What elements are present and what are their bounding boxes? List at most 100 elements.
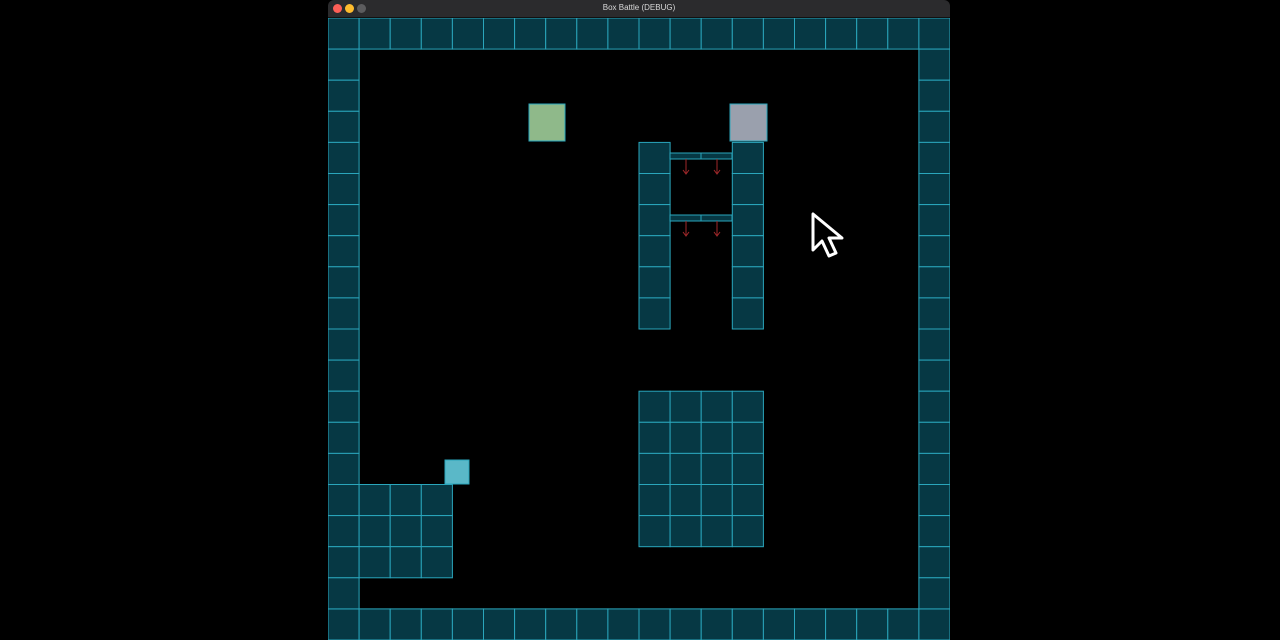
wall-tile: [420, 546, 453, 579]
wall-tile: [918, 608, 950, 640]
wall-tile: [669, 18, 702, 50]
wall-tile: [731, 173, 764, 206]
wall-tile: [918, 515, 950, 548]
wall-tile: [638, 390, 671, 423]
wall-tile: [328, 484, 360, 517]
wall-tile: [328, 608, 360, 640]
mouse-pointer-icon: [811, 212, 844, 258]
wall-tile: [328, 79, 360, 112]
wall-tile: [328, 515, 360, 548]
wall-tile: [794, 18, 827, 50]
wall-tile: [358, 608, 391, 640]
wall-tile: [918, 48, 950, 81]
wall-tile: [918, 484, 950, 517]
wall-tile: [700, 484, 733, 517]
player-gray-box[interactable]: [729, 103, 768, 142]
wall-tile: [328, 328, 360, 361]
wall-tile: [731, 484, 764, 517]
wall-tile: [638, 141, 671, 175]
wall-tile: [328, 235, 360, 268]
wall-tile: [856, 18, 889, 50]
wall-tile: [918, 235, 950, 268]
wall-tile: [918, 297, 950, 330]
wall-tile: [918, 266, 950, 299]
wall-tile: [389, 608, 422, 640]
wall-tile: [918, 577, 950, 610]
wall-tile: [638, 515, 671, 548]
wall-tile: [918, 110, 950, 143]
wall-tile: [731, 204, 764, 237]
wall-tile: [451, 608, 485, 640]
wall-tile: [358, 546, 391, 579]
wall-tile: [638, 266, 671, 299]
wall-tile: [389, 546, 422, 579]
wall-tile: [669, 390, 702, 423]
wall-tile: [328, 173, 360, 206]
center-block: [638, 390, 764, 548]
left-pillar: [638, 141, 671, 330]
wall-tile: [794, 608, 827, 640]
wall-tile: [731, 141, 764, 175]
wall-tile: [483, 608, 516, 640]
wall-tile: [918, 204, 950, 237]
wall-tile: [328, 48, 360, 81]
window-title: Box Battle (DEBUG): [602, 3, 676, 12]
wall-tile: [918, 359, 950, 392]
wall-tile: [918, 452, 950, 485]
wall-tile: [918, 173, 950, 206]
wall-tile: [576, 608, 609, 640]
wall-tile: [918, 18, 950, 50]
bottom-left-block: [358, 484, 453, 579]
wall-tile: [607, 608, 640, 640]
game-canvas[interactable]: [328, 18, 950, 640]
wall-tile: [451, 18, 485, 50]
wall-tile: [358, 18, 391, 50]
wall-tile: [638, 204, 671, 237]
wall-tile: [545, 18, 578, 50]
wall-tile: [328, 204, 360, 237]
wall-tile: [669, 452, 702, 485]
wall-tile: [638, 173, 671, 206]
wall-tile: [358, 484, 391, 517]
wall-tile: [918, 79, 950, 112]
player-green-box[interactable]: [528, 103, 566, 142]
wall-tile: [420, 515, 453, 548]
wall-tile: [328, 266, 360, 299]
wall-tile: [825, 18, 858, 50]
wall-tile: [856, 608, 889, 640]
wall-tile: [731, 390, 764, 423]
wall-tile: [731, 266, 764, 299]
wall-tile: [762, 608, 795, 640]
wall-tile: [825, 608, 858, 640]
wall-tile: [918, 421, 950, 454]
wall-tile: [328, 297, 360, 330]
wall-tile: [731, 515, 764, 548]
wall-tile: [638, 608, 671, 640]
wall-tile: [918, 546, 950, 579]
wall-tile: [483, 18, 516, 50]
wall-tile: [669, 608, 702, 640]
wall-tile: [669, 515, 702, 548]
wall-tile: [638, 297, 671, 330]
wall-tile: [918, 390, 950, 423]
wall-tile: [328, 18, 360, 50]
wall-tile: [731, 608, 764, 640]
title-bar: Box Battle (DEBUG): [328, 0, 950, 18]
wall-tile: [328, 577, 360, 610]
right-pillar: [731, 141, 764, 330]
player-cyan-box[interactable]: [444, 459, 470, 485]
wall-tile: [887, 18, 920, 50]
wall-tile: [328, 452, 360, 485]
wall-tile: [328, 110, 360, 143]
wall-tile: [700, 18, 733, 50]
wall-tile: [731, 297, 764, 330]
wall-tile: [762, 18, 795, 50]
wall-tile: [328, 390, 360, 423]
wall-tile: [700, 452, 733, 485]
wall-tile: [638, 18, 671, 50]
wall-tile: [700, 608, 733, 640]
wall-tile: [918, 141, 950, 175]
wall-tile: [328, 546, 360, 579]
wall-tile: [420, 608, 453, 640]
wall-tile: [887, 608, 920, 640]
